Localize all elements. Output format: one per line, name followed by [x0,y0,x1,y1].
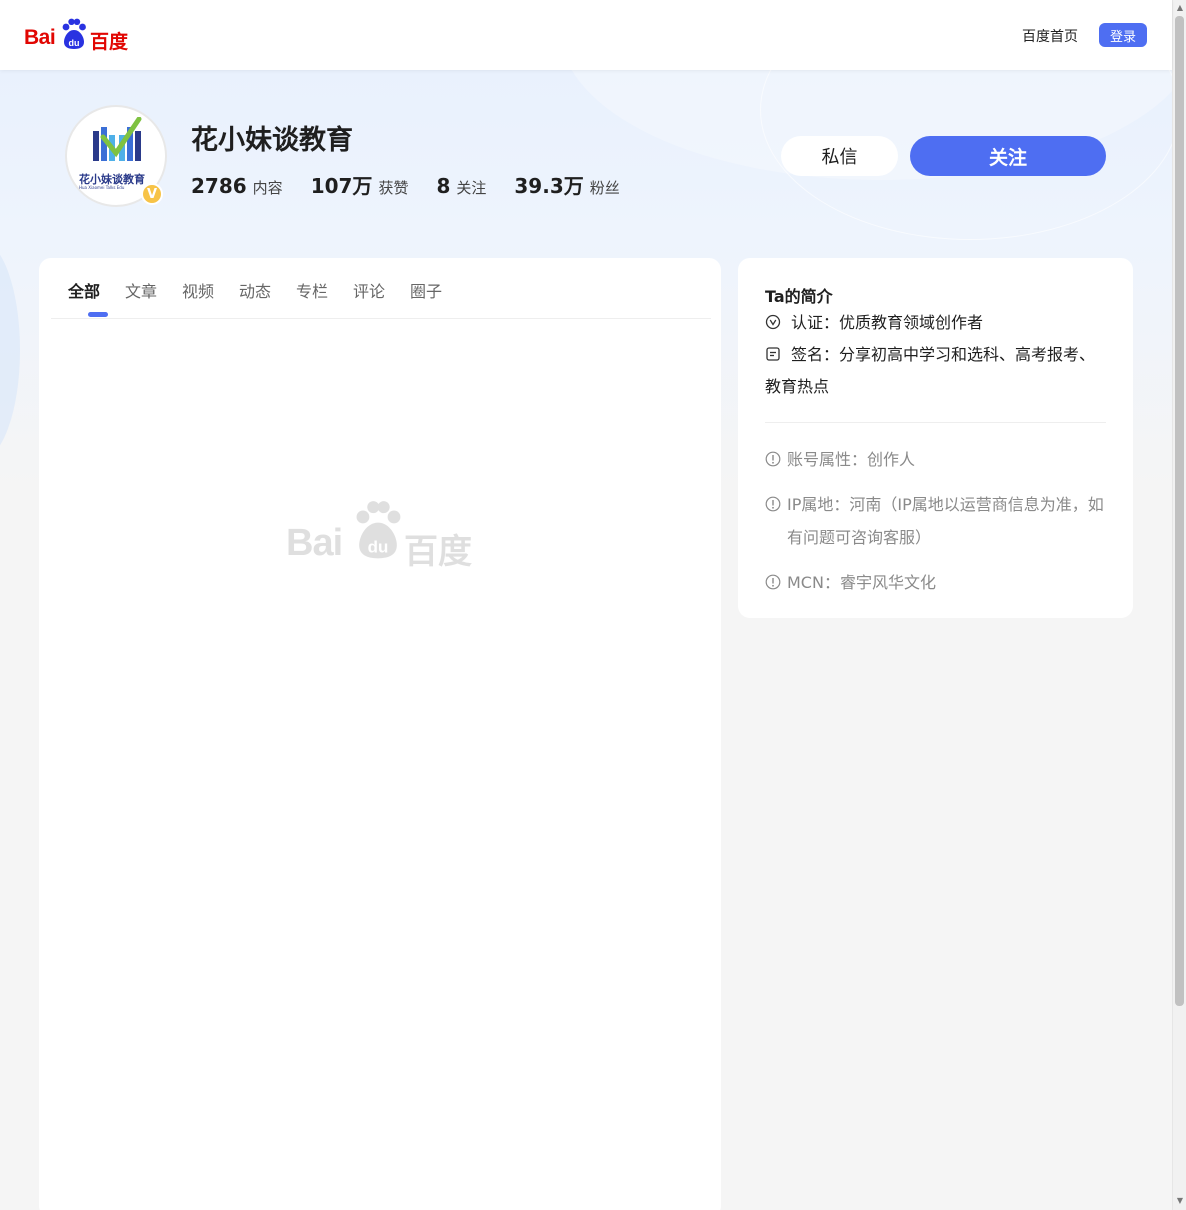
ip-location-row: IP属地：河南（IP属地以运营商信息为准，如有问题可咨询客服） [765,488,1110,554]
scrollbar-thumb[interactable] [1175,16,1184,1006]
info-circle-icon [765,451,781,467]
info-circle-icon [765,574,781,590]
certification-row: 认证：优质教育领域创作者 [765,307,983,339]
follow-button[interactable]: 关注 [910,136,1106,176]
content-tabs: 全部 文章 视频 动态 专栏 评论 圈子 [51,258,711,319]
stat-following-count[interactable]: 8 关注 [436,174,486,198]
logo-text-bai: Bai [24,26,56,49]
signature-text-line2: 教育热点 [765,377,830,396]
scroll-up-arrow-icon[interactable]: ▲ [1175,3,1185,13]
avatar[interactable]: 花小妹谈教育 Hua Xiaomei Talks Edu V [65,105,167,207]
account-type-row: 账号属性：创作人 [765,443,1110,476]
baidu-logo[interactable]: Bai du 百度 [24,16,128,54]
login-button[interactable]: 登录 [1099,23,1147,47]
loading-placeholder-logo: Bai du 百度 [286,500,476,572]
page-scrollbar[interactable]: ▲ ▼ [1172,0,1186,1210]
tab-updates[interactable]: 动态 [239,278,271,302]
intro-title: Ta的简介 [765,287,833,306]
author-name: 花小妹谈教育 [191,125,353,156]
tab-comments[interactable]: 评论 [353,278,385,302]
baidu-home-link[interactable]: 百度首页 [1022,26,1078,46]
verified-check-icon [765,314,781,330]
book-checkmark-logo-icon [93,117,142,161]
stat-likes-count: 107万 获赞 [310,174,409,198]
certification-text: 认证：优质教育领域创作者 [791,313,984,332]
tab-columns[interactable]: 专栏 [296,278,328,302]
tab-circles[interactable]: 圈子 [410,278,442,302]
tab-all[interactable]: 全部 [68,278,100,302]
active-tab-indicator [88,312,108,317]
content-feed-card: 全部 文章 视频 动态 专栏 评论 圈子 Bai du 百度 [39,258,721,1210]
stat-fans-count[interactable]: 39.3万 粉丝 [514,170,619,199]
verified-badge-icon: V [141,183,163,205]
info-circle-icon [765,496,781,512]
top-navigation-bar: Bai du 百度 百度首页 登录 [0,0,1172,70]
stat-content-count[interactable]: 2786 内容 [191,174,283,198]
logo-text-du: du [69,38,80,48]
author-intro-card: Ta的简介 认证：优质教育领域创作者 签名：分享初高中学习和选科、高考报考、 教… [738,258,1133,618]
private-message-button[interactable]: 私信 [781,136,898,176]
ip-location-text: IP属地：河南（IP属地以运营商信息为准，如有问题可咨询客服） [787,495,1104,547]
signature-text-line1: 签名：分享初高中学习和选科、高考报考、 [791,345,1096,364]
svg-text:du: du [368,538,389,557]
mcn-row: MCN：睿宇风华文化 [765,566,1110,599]
signature-row: 签名：分享初高中学习和选科、高考报考、 [765,339,1095,371]
baidu-paw-placeholder-icon: du [356,501,401,559]
mcn-text: MCN：睿宇风华文化 [787,573,936,592]
logo-text-baidu-cn: 百度 [90,31,129,53]
baidu-paw-icon: du [62,18,86,49]
tab-videos[interactable]: 视频 [182,278,214,302]
author-stats: 2786 内容 107万 获赞 8 关注 39.3万 粉丝 [191,170,648,199]
scroll-down-arrow-icon[interactable]: ▼ [1175,1196,1185,1206]
signature-note-icon [766,347,780,361]
tab-articles[interactable]: 文章 [125,278,157,302]
account-type-text: 账号属性：创作人 [787,450,916,469]
intro-divider [765,422,1106,423]
avatar-brand-subtext: Hua Xiaomei Talks Edu [79,185,125,190]
